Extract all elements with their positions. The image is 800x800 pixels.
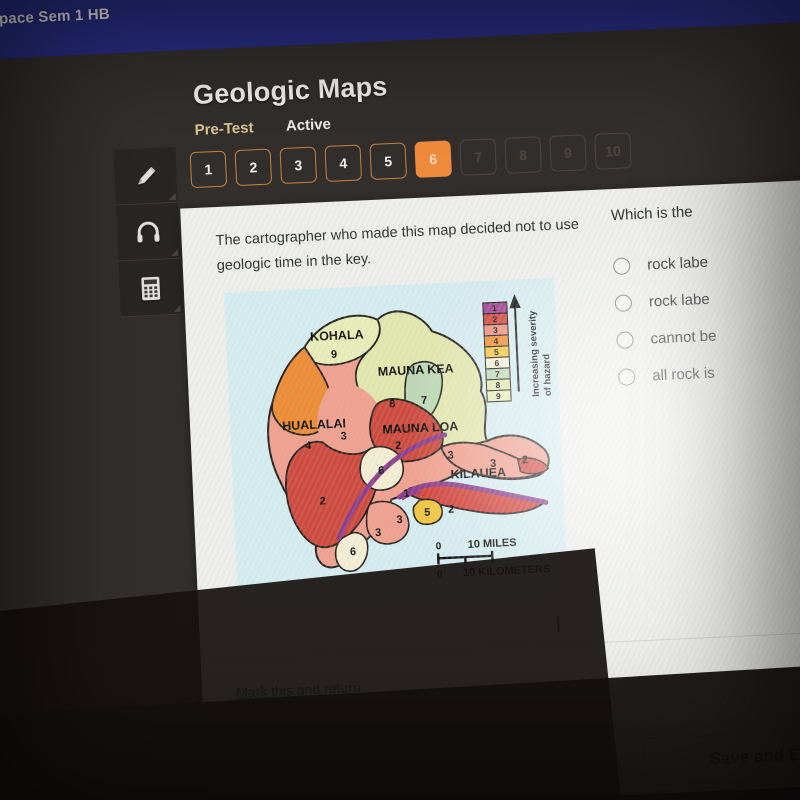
question-nav-item-1[interactable]: 1 bbox=[189, 150, 228, 189]
legend-value-9: 9 bbox=[496, 391, 501, 401]
legend-value-5: 5 bbox=[494, 347, 499, 357]
map-zone-2-kilauea: 2 bbox=[448, 504, 455, 516]
radio-button-icon[interactable] bbox=[612, 256, 631, 275]
map-zone-kohala: 9 bbox=[331, 349, 338, 361]
answer-option[interactable]: cannot be bbox=[616, 311, 800, 356]
legend-axis-line2: of hazard bbox=[541, 354, 554, 397]
legend-value-7: 7 bbox=[495, 369, 500, 379]
map-zone-3-west: 3 bbox=[340, 430, 347, 442]
map-zone-mauna-kea: 8 bbox=[389, 398, 396, 410]
radio-button-icon[interactable] bbox=[616, 330, 634, 349]
question-nav-item-10: 10 bbox=[594, 132, 632, 170]
calculator-icon bbox=[141, 276, 161, 300]
question-nav-item-7: 7 bbox=[459, 138, 497, 176]
lesson-status-label: Active bbox=[285, 115, 332, 135]
question-nav-item-5[interactable]: 5 bbox=[369, 142, 408, 180]
answer-options: rock labe rock labe cannot be all rock is bbox=[612, 237, 800, 393]
legend-value-8: 8 bbox=[495, 380, 500, 390]
map-zone-3-east: 3 bbox=[447, 450, 454, 462]
question-nav-item-6[interactable]: 6 bbox=[414, 140, 452, 178]
answer-option-label: rock labe bbox=[646, 253, 709, 274]
map-zone-6-south: 6 bbox=[350, 546, 357, 558]
question-nav-item-4[interactable]: 4 bbox=[324, 144, 363, 183]
radio-button-icon[interactable] bbox=[614, 293, 633, 312]
answer-option[interactable]: all rock is bbox=[617, 348, 800, 393]
answer-panel: Which is the rock labe rock labe cannot be… bbox=[611, 194, 800, 398]
answer-option[interactable]: rock labe bbox=[614, 274, 800, 319]
lesson-stage-label: Pre-Test bbox=[194, 119, 254, 139]
legend-value-2: 2 bbox=[492, 314, 497, 324]
map-zone-2-far-east: 2 bbox=[522, 454, 529, 466]
map-zone-1: 1 bbox=[403, 488, 410, 500]
headphones-icon bbox=[137, 221, 160, 243]
map-zone-2-southwest: 2 bbox=[319, 495, 326, 507]
question-prompt: Which is the bbox=[610, 203, 693, 225]
map-zone-5: 5 bbox=[424, 507, 431, 519]
scale-miles-zero: 0 bbox=[436, 541, 442, 552]
legend-value-3: 3 bbox=[493, 325, 498, 335]
question-nav-item-9: 9 bbox=[549, 134, 587, 172]
calculator-tool[interactable] bbox=[118, 258, 183, 318]
question-nav-item-8: 8 bbox=[504, 136, 542, 174]
map-zone-3-south: 3 bbox=[396, 514, 403, 526]
answer-option-label: all rock is bbox=[651, 364, 716, 384]
question-stem: The cartographer who made this map decid… bbox=[215, 216, 580, 275]
legend-value-6: 6 bbox=[494, 358, 499, 368]
highlighter-tool[interactable] bbox=[113, 146, 178, 206]
map-label-hualalai: HUALALAI bbox=[282, 416, 346, 433]
answer-option-label: rock labe bbox=[648, 290, 711, 310]
radio-button-icon[interactable] bbox=[617, 367, 636, 386]
map-zone-mauna-loa: 2 bbox=[395, 440, 402, 452]
map-zone-7: 7 bbox=[421, 395, 428, 407]
map-legend: 123456789 bbox=[482, 301, 512, 403]
browser-tab-label[interactable]: & Space Sem 1 HB bbox=[0, 6, 110, 29]
legend-value-1: 1 bbox=[492, 303, 497, 313]
map-label-kilauea: KILAUEA bbox=[450, 465, 506, 482]
photo-of-screen: & Space Sem 1 HB Geologic Maps Pre-Test … bbox=[0, 0, 800, 800]
audio-tool[interactable] bbox=[115, 202, 181, 262]
pencil-icon bbox=[138, 166, 156, 185]
map-zone-3-sw: 3 bbox=[375, 527, 382, 539]
scale-miles-label: 10 MILES bbox=[467, 537, 516, 551]
map-zone-6-central: 6 bbox=[378, 465, 385, 477]
tool-rail bbox=[113, 146, 183, 318]
question-nav-item-3[interactable]: 3 bbox=[279, 146, 318, 185]
answer-option[interactable]: rock labe bbox=[612, 237, 800, 282]
map-label-kohala: KOHALA bbox=[310, 327, 364, 343]
question-nav-item-2[interactable]: 2 bbox=[234, 148, 273, 187]
legend-value-4: 4 bbox=[493, 336, 498, 346]
answer-option-label: cannot be bbox=[650, 326, 717, 347]
